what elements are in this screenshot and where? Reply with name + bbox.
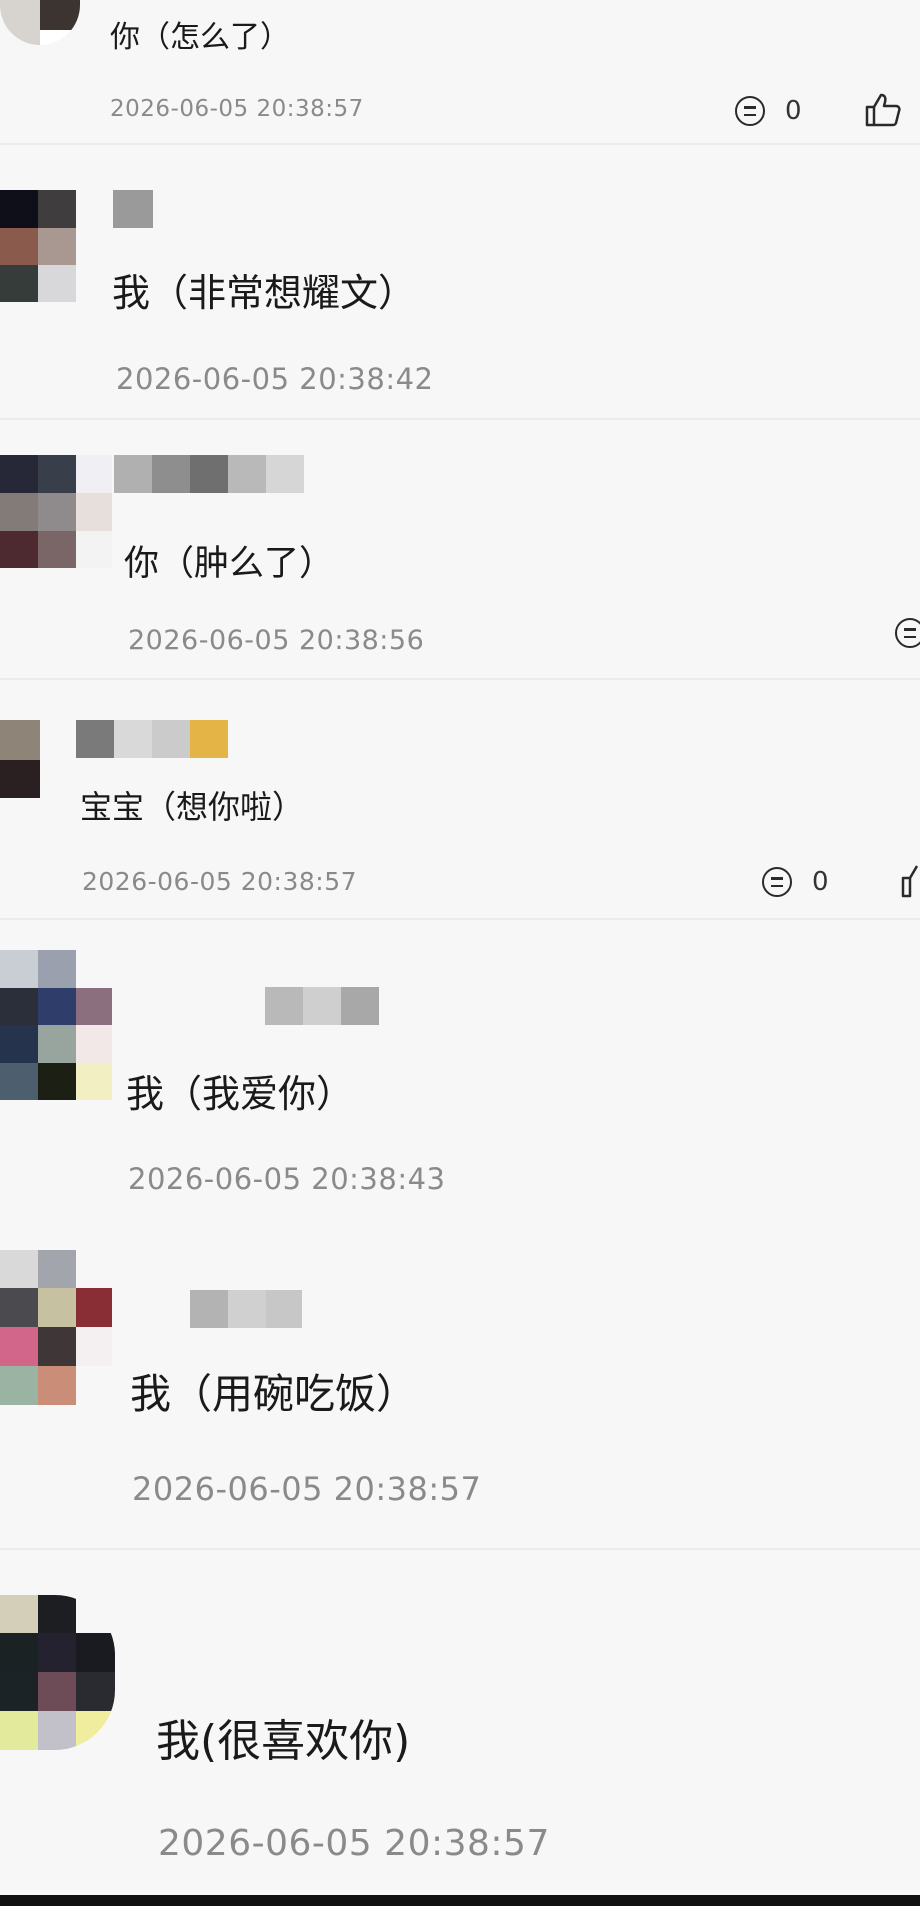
comment-item: 我（非常想耀文） 2026-06-05 20:38:42 — [0, 150, 920, 420]
avatar[interactable] — [0, 0, 80, 45]
comment-text: 我（非常想耀文） — [112, 271, 417, 315]
comment-timestamp: 2026-06-05 20:38:57 — [82, 867, 358, 896]
separator — [0, 418, 920, 420]
reply-count: 0 — [785, 96, 802, 126]
comment-timestamp: 2026-06-05 20:38:57 — [132, 1470, 482, 1508]
comment-timestamp: 2026-06-05 20:38:56 — [128, 625, 425, 656]
username[interactable] — [265, 987, 380, 1025]
avatar[interactable] — [0, 455, 112, 568]
avatar[interactable] — [0, 720, 40, 798]
avatar[interactable] — [0, 190, 76, 302]
comment-timestamp: 2026-06-05 20:38:43 — [128, 1162, 446, 1196]
reply-button[interactable]: 0 — [762, 867, 829, 897]
comment-timestamp: 2026-06-05 20:38:42 — [116, 362, 434, 396]
comment-item: 我（用碗吃饭） 2026-06-05 20:38:57 — [0, 1240, 920, 1550]
bottom-edge — [0, 1895, 920, 1906]
comment-reply-icon — [735, 96, 765, 126]
separator — [0, 143, 920, 145]
separator — [0, 918, 920, 920]
avatar[interactable] — [0, 950, 112, 1100]
comment-timestamp: 2026-06-05 20:38:57 — [158, 1823, 550, 1864]
comment-item: 你（怎么了） 2026-06-05 20:38:57 0 — [0, 0, 920, 145]
comment-item: 宝宝（想你啦） 2026-06-05 20:38:57 0 — [0, 685, 920, 920]
comment-item: 我（我爱你） 2026-06-05 20:38:43 — [0, 925, 920, 1215]
comment-text: 你（怎么了） — [110, 20, 290, 55]
thumbs-up-icon[interactable] — [900, 863, 920, 899]
comment-reply-icon — [895, 618, 920, 648]
thumbs-up-icon[interactable] — [864, 92, 902, 128]
username[interactable] — [76, 720, 228, 758]
comment-reply-icon — [762, 867, 792, 897]
reply-count: 0 — [812, 867, 829, 897]
reply-button[interactable] — [895, 618, 920, 648]
comment-item: 你（肿么了） 2026-06-05 20:38:56 — [0, 425, 920, 680]
comment-timestamp: 2026-06-05 20:38:57 — [110, 96, 364, 122]
comment-list: 你（怎么了） 2026-06-05 20:38:57 0 我（非常想耀文） 20… — [0, 0, 920, 1906]
username[interactable] — [114, 455, 304, 493]
avatar[interactable] — [0, 1250, 112, 1405]
comment-text: 我(很喜欢你) — [156, 1716, 411, 1767]
separator — [0, 678, 920, 680]
comment-item: 我(很喜欢你) 2026-06-05 20:38:57 — [0, 1595, 920, 1890]
comment-text: 我（我爱你） — [126, 1072, 355, 1116]
comment-text: 我（用碗吃饭） — [130, 1370, 417, 1418]
username[interactable] — [190, 1290, 302, 1328]
avatar[interactable] — [0, 1595, 115, 1750]
separator — [0, 1548, 920, 1550]
comment-text: 你（肿么了） — [124, 544, 335, 584]
username[interactable] — [113, 190, 153, 228]
comment-text: 宝宝（想你啦） — [80, 788, 305, 826]
reply-button[interactable]: 0 — [735, 96, 802, 126]
